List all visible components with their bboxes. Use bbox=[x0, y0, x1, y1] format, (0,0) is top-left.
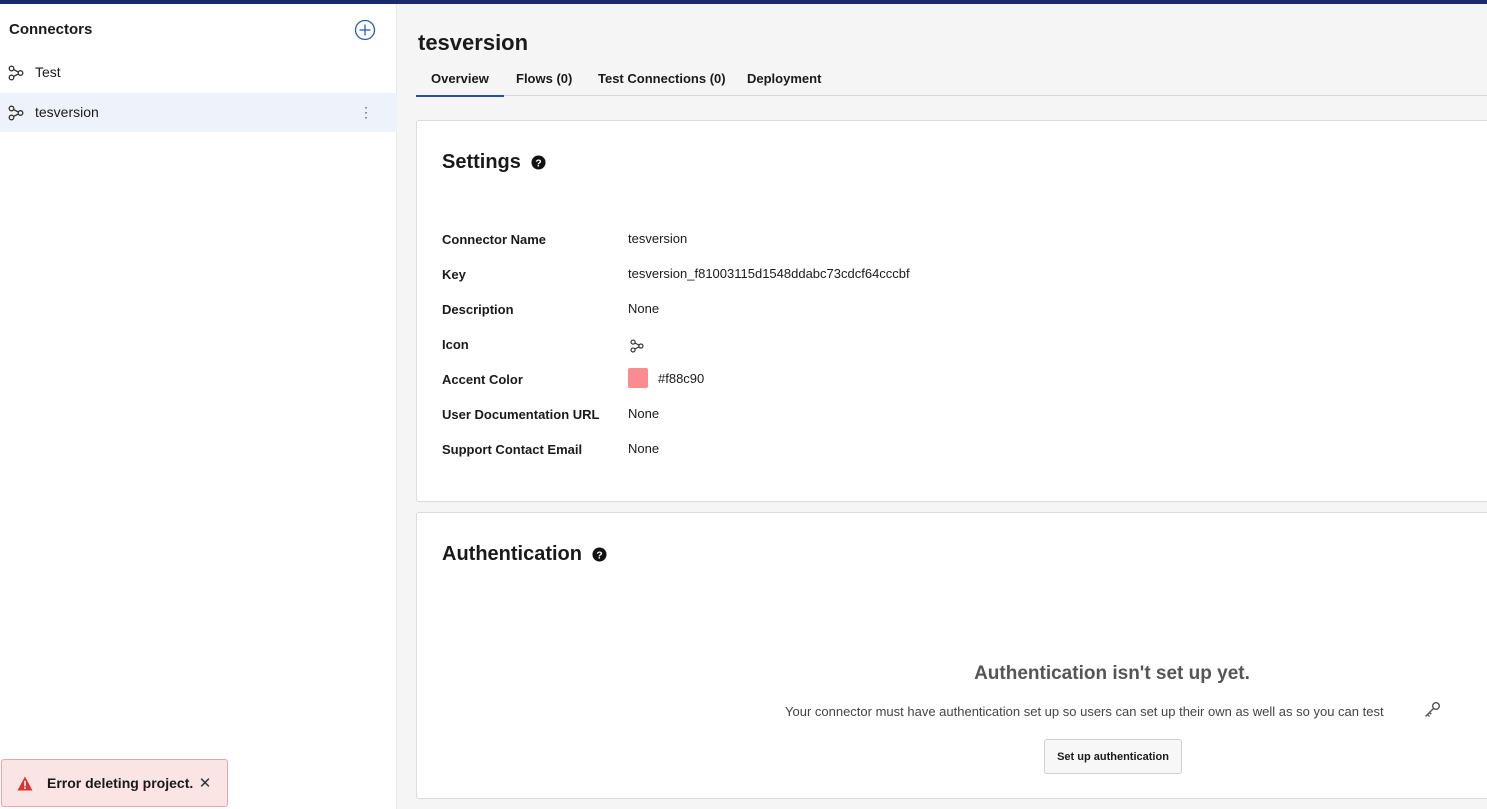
help-icon[interactable]: ? bbox=[531, 155, 546, 170]
setup-authentication-button[interactable]: Set up authentication bbox=[1044, 739, 1182, 774]
sidebar-item-label: Test bbox=[35, 64, 61, 80]
connector-icon bbox=[630, 339, 644, 353]
svg-text:?: ? bbox=[535, 158, 541, 169]
user-doc-url-value: None bbox=[628, 406, 660, 421]
settings-title-text: Settings bbox=[442, 151, 521, 173]
error-toast: Error deleting project. ✕ bbox=[1, 759, 228, 807]
toast-message: Error deleting project. bbox=[47, 775, 194, 791]
key-value: tesversion_f81003115d1548ddabc73cdcf64cc… bbox=[628, 266, 910, 281]
svg-text:?: ? bbox=[596, 550, 602, 561]
sidebar-item-label: tesversion bbox=[35, 104, 99, 120]
connector-icon bbox=[8, 65, 24, 81]
sidebar-item-tesversion[interactable]: tesversion ⋮ bbox=[0, 93, 397, 132]
sidebar-item-test[interactable]: Test bbox=[0, 53, 397, 92]
warning-icon bbox=[17, 776, 33, 791]
auth-empty-title: Authentication isn't set up yet. bbox=[974, 663, 1250, 684]
settings-card: Settings ? Connector Name tesversion Key… bbox=[416, 120, 1487, 502]
page-title: tesversion bbox=[418, 30, 529, 55]
authentication-card: Authentication ? Authentication isn't se… bbox=[416, 512, 1487, 799]
description-label: Description bbox=[442, 302, 514, 317]
more-options-icon[interactable]: ⋮ bbox=[358, 101, 374, 123]
accent-color-swatch bbox=[628, 368, 648, 388]
tab-flows[interactable]: Flows (0) bbox=[516, 71, 572, 86]
main-content: tesversion Overview Flows (0) Test Conne… bbox=[398, 4, 1487, 809]
close-icon[interactable]: ✕ bbox=[197, 774, 213, 792]
key-label: Key bbox=[442, 267, 466, 282]
tab-overview[interactable]: Overview bbox=[416, 71, 504, 97]
sidebar-title: Connectors bbox=[9, 21, 93, 38]
sidebar: Connectors Test tesversion ⋮ bbox=[0, 4, 397, 809]
description-value: None bbox=[628, 301, 660, 316]
settings-title: Settings ? bbox=[442, 151, 546, 174]
tab-deployment[interactable]: Deployment bbox=[747, 71, 821, 86]
authentication-title-text: Authentication bbox=[442, 543, 582, 565]
tab-bar: Overview Flows (0) Test Connections (0) … bbox=[416, 66, 1487, 97]
tab-test-connections[interactable]: Test Connections (0) bbox=[598, 71, 726, 86]
connector-name-label: Connector Name bbox=[442, 232, 547, 247]
icon-label: Icon bbox=[442, 337, 469, 352]
support-email-value: None bbox=[628, 441, 660, 456]
user-doc-url-label: User Documentation URL bbox=[442, 407, 600, 422]
connector-name-value: tesversion bbox=[628, 231, 688, 246]
accent-color-label: Accent Color bbox=[442, 372, 523, 387]
support-email-label: Support Contact Email bbox=[442, 442, 583, 457]
accent-color-value: #f88c90 bbox=[658, 371, 705, 386]
help-icon[interactable]: ? bbox=[592, 547, 607, 562]
connector-icon bbox=[8, 105, 24, 121]
authentication-title: Authentication ? bbox=[442, 543, 607, 566]
add-connector-icon[interactable] bbox=[354, 19, 376, 41]
auth-empty-description: Your connector must have authentication … bbox=[785, 704, 1384, 719]
key-icon bbox=[1425, 702, 1440, 717]
